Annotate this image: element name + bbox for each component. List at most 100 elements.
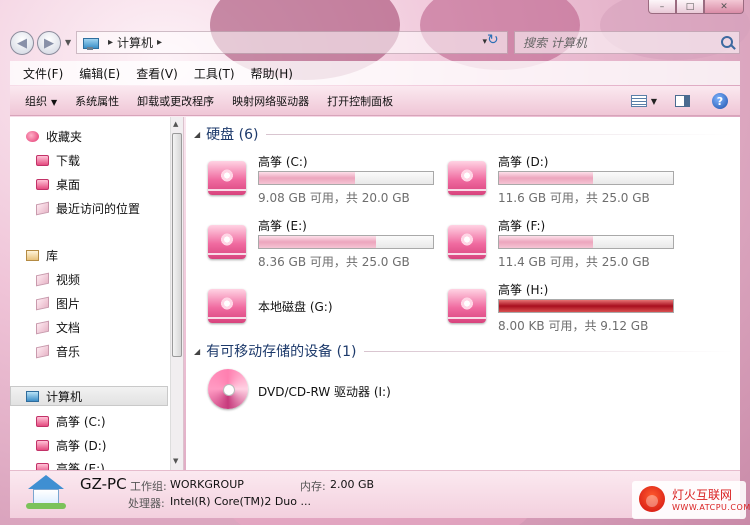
group-divider [364, 350, 734, 352]
sidebar-item-pictures[interactable]: 图片 [36, 293, 80, 313]
workgroup-label: 工作组: [130, 480, 167, 493]
view-dropdown-icon[interactable]: ▼ [651, 97, 657, 106]
open-control-panel-button[interactable]: 打开控制面板 [318, 93, 402, 109]
documents-folder-icon [36, 320, 49, 334]
favorites-star-icon [26, 130, 39, 142]
drive-capacity: 9.08 GB 可用，共 20.0 GB [258, 191, 410, 205]
sidebar-item-music[interactable]: 音乐 [36, 341, 80, 361]
refresh-icon[interactable]: ↻ [487, 32, 499, 48]
sidebar-item-drive-c[interactable]: 高筝 (C:) [36, 411, 106, 431]
drive-usage-bar [498, 235, 674, 249]
system-properties-button[interactable]: 系统属性 [66, 93, 128, 109]
address-bar[interactable]: ▸ 计算机 ▸ ▾ [76, 31, 508, 54]
sidebar-item-videos[interactable]: 视频 [36, 269, 80, 289]
drive-capacity: 11.6 GB 可用，共 25.0 GB [498, 191, 650, 205]
search-box[interactable] [514, 31, 740, 54]
group-title: 硬盘 (6) [206, 127, 259, 143]
organize-button[interactable]: 组织 ▼ [16, 93, 66, 109]
music-folder-icon [36, 344, 49, 358]
map-network-drive-button[interactable]: 映射网络驱动器 [223, 93, 318, 109]
back-arrow-icon: ◀ [17, 35, 27, 51]
drive-i-dvd[interactable]: DVD/CD-RW 驱动器 (I:) [196, 369, 432, 413]
sidebar-item-recent-places[interactable]: 最近访问的位置 [36, 198, 140, 218]
maximize-button[interactable]: □ [676, 0, 704, 14]
drive-e[interactable]: 高筝 (E:) 8.36 GB 可用，共 25.0 GB [196, 217, 434, 271]
sidebar-label: 计算机 [46, 389, 83, 404]
watermark-logo-icon [639, 486, 665, 512]
sidebar-item-drive-e[interactable]: 高筝 (E:) [36, 458, 105, 470]
back-button[interactable]: ◀ [10, 31, 34, 55]
hard-drive-icon [208, 289, 246, 323]
command-bar: 组织 ▼ 系统属性 卸载或更改程序 映射网络驱动器 打开控制面板 ▼ ? [10, 86, 740, 116]
breadcrumb-separator[interactable]: ▸ [157, 37, 162, 48]
drive-icon [36, 439, 49, 451]
menu-tools[interactable]: 工具(T) [186, 65, 243, 82]
group-header-hard-disks[interactable]: ◢ 硬盘 (6) [194, 124, 734, 144]
scroll-up-icon[interactable]: ▲ [173, 120, 178, 128]
drive-icon [36, 462, 49, 470]
sidebar-item-downloads[interactable]: 下载 [36, 150, 80, 170]
hard-drive-icon [208, 161, 246, 195]
memory-value: 2.00 GB [330, 478, 375, 491]
workgroup-value: WORKGROUP [170, 478, 244, 491]
sidebar-item-documents[interactable]: 文档 [36, 317, 80, 337]
view-options-icon[interactable] [630, 95, 647, 107]
forward-button[interactable]: ▶ [37, 31, 61, 55]
help-icon[interactable]: ? [712, 93, 728, 109]
computer-icon [26, 390, 39, 402]
pictures-folder-icon [36, 296, 49, 310]
drive-c[interactable]: 高筝 (C:) 9.08 GB 可用，共 20.0 GB [196, 153, 434, 207]
sidebar-scrollbar[interactable]: ▲ ▼ [170, 117, 183, 470]
organize-label: 组织 [25, 94, 47, 108]
sidebar-label: 高筝 (D:) [56, 438, 107, 453]
desktop-folder-icon [36, 178, 49, 190]
group-header-removable[interactable]: ◢ 有可移动存储的设备 (1) [194, 341, 734, 361]
scroll-down-icon[interactable]: ▼ [173, 457, 178, 465]
hard-drive-icon [448, 161, 486, 195]
drive-usage-bar [258, 235, 434, 249]
watermark: 灯火互联网 WWW.ATCPU.COM [632, 481, 750, 519]
sidebar-computer[interactable]: 计算机 [10, 386, 168, 406]
drive-usage-fill [259, 236, 376, 248]
drive-capacity: 11.4 GB 可用，共 25.0 GB [498, 255, 650, 269]
forward-arrow-icon: ▶ [44, 35, 54, 51]
toolbar-right: ▼ ? [630, 86, 740, 116]
sidebar-item-desktop[interactable]: 桌面 [36, 174, 80, 194]
breadcrumb-computer[interactable]: 计算机 [117, 34, 153, 51]
search-input[interactable] [523, 35, 713, 50]
search-icon[interactable] [721, 36, 733, 48]
hard-drive-icon [448, 225, 486, 259]
menu-help[interactable]: 帮助(H) [243, 65, 301, 82]
history-dropdown-icon[interactable]: ▼ [65, 38, 71, 47]
menu-file[interactable]: 文件(F) [15, 65, 71, 82]
menu-view[interactable]: 查看(V) [128, 65, 186, 82]
drive-g[interactable]: 本地磁盘 (G:) [196, 281, 432, 335]
drive-h[interactable]: 高筝 (H:) 8.00 KB 可用，共 9.12 GB [436, 281, 674, 335]
memory-label: 内存: [300, 480, 326, 493]
collapse-triangle-icon[interactable]: ◢ [194, 130, 200, 139]
collapse-triangle-icon[interactable]: ◢ [194, 347, 200, 356]
sidebar-label: 文档 [56, 320, 81, 335]
scrollbar-thumb[interactable] [172, 133, 182, 357]
window-controls: – □ ✕ [648, 0, 744, 14]
sidebar-libraries[interactable]: 库 [26, 245, 58, 265]
drive-capacity: 8.36 GB 可用，共 25.0 GB [258, 255, 410, 269]
breadcrumb-separator[interactable]: ▸ [108, 37, 113, 48]
minimize-button[interactable]: – [648, 0, 676, 14]
drive-d[interactable]: 高筝 (D:) 11.6 GB 可用，共 25.0 GB [436, 153, 674, 207]
preview-pane-icon[interactable] [675, 95, 690, 107]
sidebar-favorites[interactable]: 收藏夹 [26, 126, 82, 146]
drive-usage-bar [498, 299, 674, 313]
chevron-down-icon: ▼ [51, 97, 58, 107]
close-button[interactable]: ✕ [704, 0, 744, 14]
uninstall-program-button[interactable]: 卸载或更改程序 [128, 93, 223, 109]
watermark-url: WWW.ATCPU.COM [672, 503, 750, 512]
drive-usage-fill [499, 300, 673, 312]
sidebar-label: 桌面 [56, 177, 81, 192]
downloads-folder-icon [36, 154, 49, 166]
menu-edit[interactable]: 编辑(E) [71, 65, 128, 82]
computer-icon [82, 36, 100, 50]
drive-f[interactable]: 高筝 (F:) 11.4 GB 可用，共 25.0 GB [436, 217, 674, 271]
dvd-disc-icon [208, 369, 248, 409]
sidebar-item-drive-d[interactable]: 高筝 (D:) [36, 435, 106, 455]
